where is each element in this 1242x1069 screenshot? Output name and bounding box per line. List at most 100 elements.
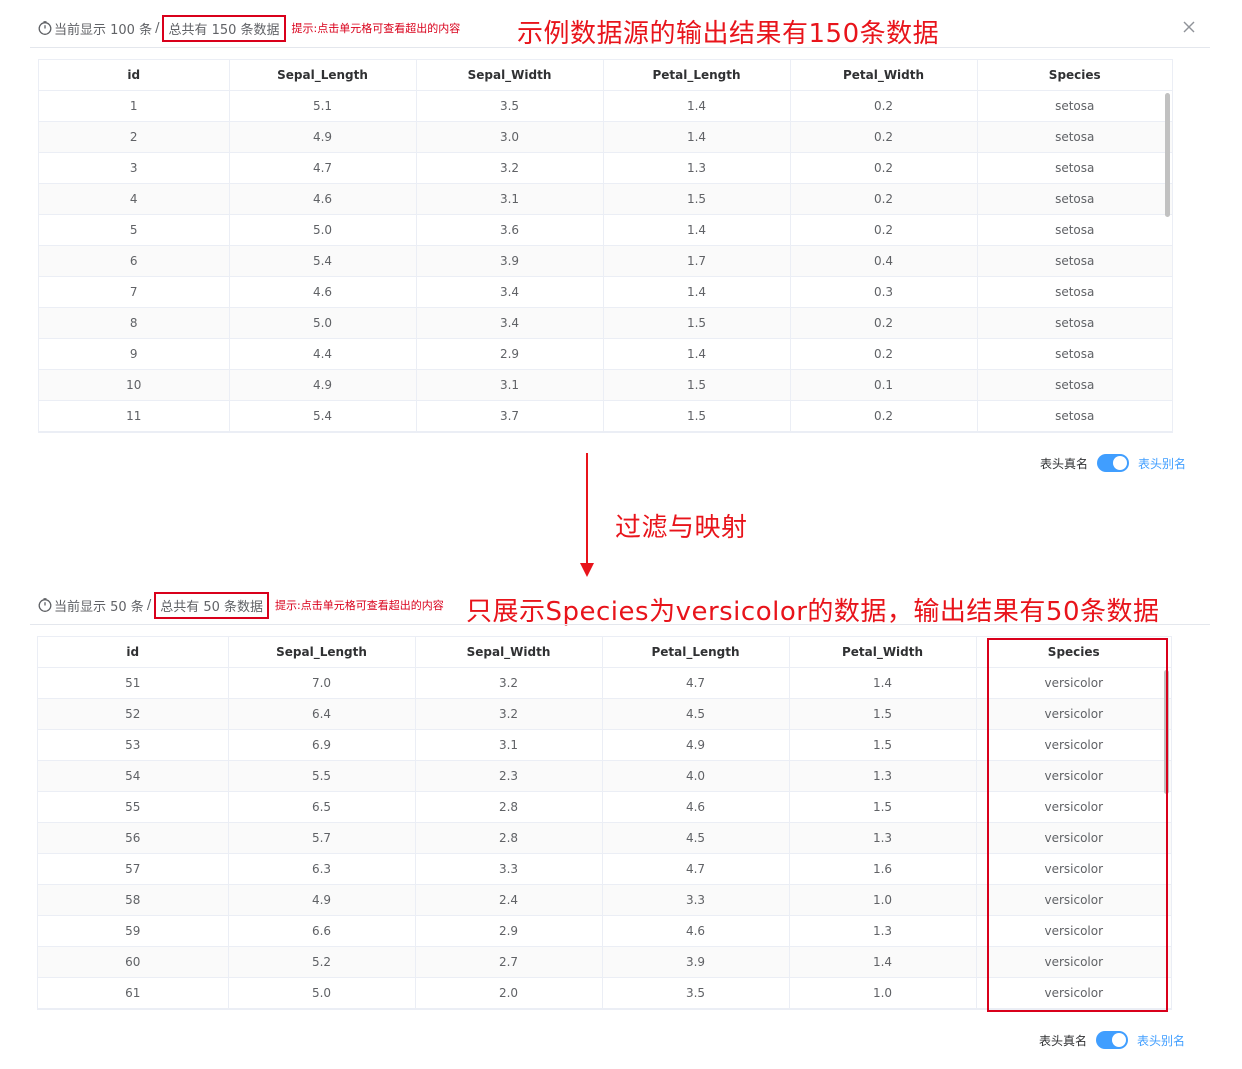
table-cell[interactable]: 1.5: [603, 400, 791, 432]
column-header-species[interactable]: Species: [977, 60, 1172, 91]
table-cell[interactable]: 3.9: [602, 946, 790, 978]
table-cell[interactable]: 5.0: [229, 307, 417, 339]
table-cell[interactable]: 9: [39, 338, 230, 370]
table-cell[interactable]: 0.1: [790, 369, 978, 401]
table-cell[interactable]: 1.0: [789, 884, 977, 916]
table-cell[interactable]: 4.0: [602, 760, 790, 792]
table-cell[interactable]: 1.4: [603, 214, 791, 246]
table-cell[interactable]: 4.6: [229, 276, 417, 308]
table-cell[interactable]: 5.0: [229, 214, 417, 246]
table-cell[interactable]: 2.3: [415, 760, 603, 792]
table-cell[interactable]: 54: [38, 760, 229, 792]
table-cell[interactable]: setosa: [977, 400, 1172, 432]
table-cell[interactable]: 5: [39, 214, 230, 246]
table-cell[interactable]: 0.2: [790, 183, 978, 215]
table-cell[interactable]: 5.4: [229, 245, 417, 277]
column-header-sepal-width[interactable]: Sepal_Width: [415, 637, 603, 668]
table-cell[interactable]: 1.0: [789, 977, 977, 1009]
table-cell[interactable]: 3.2: [415, 667, 603, 699]
table-cell[interactable]: setosa: [977, 152, 1172, 184]
table-cell[interactable]: setosa: [977, 214, 1172, 246]
table-cell[interactable]: 4.9: [228, 884, 416, 916]
table-cell[interactable]: 4.5: [602, 698, 790, 730]
table-cell[interactable]: 4.9: [602, 729, 790, 761]
table-cell[interactable]: 1.5: [603, 307, 791, 339]
table-cell[interactable]: 0.4: [790, 245, 978, 277]
table-cell[interactable]: 1.3: [603, 152, 791, 184]
table-cell[interactable]: 5.2: [228, 946, 416, 978]
table-cell[interactable]: 0.2: [790, 338, 978, 370]
table-cell[interactable]: 4.7: [602, 853, 790, 885]
table-cell[interactable]: 3.5: [602, 977, 790, 1009]
table-cell[interactable]: 61: [38, 977, 229, 1009]
table-cell[interactable]: 3.1: [416, 369, 604, 401]
table-cell[interactable]: 4.9: [229, 121, 417, 153]
table-cell[interactable]: 3.3: [415, 853, 603, 885]
table-cell[interactable]: 8: [39, 307, 230, 339]
column-header-sepal-length[interactable]: Sepal_Length: [228, 637, 416, 668]
table-cell[interactable]: 59: [38, 915, 229, 947]
table-cell[interactable]: 4.7: [229, 152, 417, 184]
table-cell[interactable]: 4: [39, 183, 230, 215]
table-cell[interactable]: 5.7: [228, 822, 416, 854]
table-cell[interactable]: 2: [39, 121, 230, 153]
table-cell[interactable]: 0.2: [790, 90, 978, 122]
table-cell[interactable]: 52: [38, 698, 229, 730]
table-cell[interactable]: setosa: [977, 183, 1172, 215]
table-cell[interactable]: 57: [38, 853, 229, 885]
table-cell[interactable]: 3.7: [416, 400, 604, 432]
table-cell[interactable]: 0.2: [790, 152, 978, 184]
table-cell[interactable]: 3.2: [415, 698, 603, 730]
table-cell[interactable]: 1.4: [789, 667, 977, 699]
table-cell[interactable]: 11: [39, 400, 230, 432]
table-cell[interactable]: 1.5: [789, 791, 977, 823]
table-cell[interactable]: 7.0: [228, 667, 416, 699]
table-cell[interactable]: 0.3: [790, 276, 978, 308]
table-cell[interactable]: 3.5: [416, 90, 604, 122]
table-cell[interactable]: 4.4: [229, 338, 417, 370]
table-cell[interactable]: 2.8: [415, 822, 603, 854]
table-cell[interactable]: setosa: [977, 90, 1172, 122]
table-cell[interactable]: 58: [38, 884, 229, 916]
column-header-petal-width[interactable]: Petal_Width: [790, 60, 978, 91]
header-toggle-switch[interactable]: [1096, 1031, 1129, 1049]
column-header-id[interactable]: id: [38, 637, 229, 668]
table-cell[interactable]: 60: [38, 946, 229, 978]
table-cell[interactable]: 1.4: [603, 90, 791, 122]
table-cell[interactable]: 4.5: [602, 822, 790, 854]
table-cell[interactable]: 4.7: [602, 667, 790, 699]
header-toggle-switch[interactable]: [1097, 454, 1130, 472]
table-cell[interactable]: 0.2: [790, 214, 978, 246]
table-cell[interactable]: 3.6: [416, 214, 604, 246]
table-cell[interactable]: 7: [39, 276, 230, 308]
table-cell[interactable]: 0.2: [790, 400, 978, 432]
table-cell[interactable]: 3.1: [416, 183, 604, 215]
table-cell[interactable]: 4.9: [229, 369, 417, 401]
column-header-petal-length[interactable]: Petal_Length: [603, 60, 791, 91]
table-cell[interactable]: 1.4: [603, 121, 791, 153]
table-cell[interactable]: 1.4: [603, 276, 791, 308]
table-cell[interactable]: 4.6: [229, 183, 417, 215]
table-cell[interactable]: 3.9: [416, 245, 604, 277]
table-cell[interactable]: 2.8: [415, 791, 603, 823]
table-cell[interactable]: 5.4: [229, 400, 417, 432]
table-cell[interactable]: 1.5: [603, 183, 791, 215]
scrollbar-thumb[interactable]: [1165, 93, 1170, 217]
table-cell[interactable]: 3.4: [416, 307, 604, 339]
table-cell[interactable]: 4.6: [602, 915, 790, 947]
table-cell[interactable]: 2.7: [415, 946, 603, 978]
table-cell[interactable]: setosa: [977, 369, 1172, 401]
table-cell[interactable]: 6.5: [228, 791, 416, 823]
close-icon[interactable]: [1181, 19, 1197, 35]
table-cell[interactable]: 1.7: [603, 245, 791, 277]
table-cell[interactable]: 1.3: [789, 760, 977, 792]
table-cell[interactable]: setosa: [977, 121, 1172, 153]
table-cell[interactable]: 56: [38, 822, 229, 854]
table-cell[interactable]: 1.3: [789, 915, 977, 947]
table-cell[interactable]: 4.6: [602, 791, 790, 823]
table-cell[interactable]: 6.3: [228, 853, 416, 885]
table-cell[interactable]: 0.2: [790, 307, 978, 339]
table-cell[interactable]: 5.1: [229, 90, 417, 122]
table-cell[interactable]: 5.0: [228, 977, 416, 1009]
table-cell[interactable]: 6: [39, 245, 230, 277]
